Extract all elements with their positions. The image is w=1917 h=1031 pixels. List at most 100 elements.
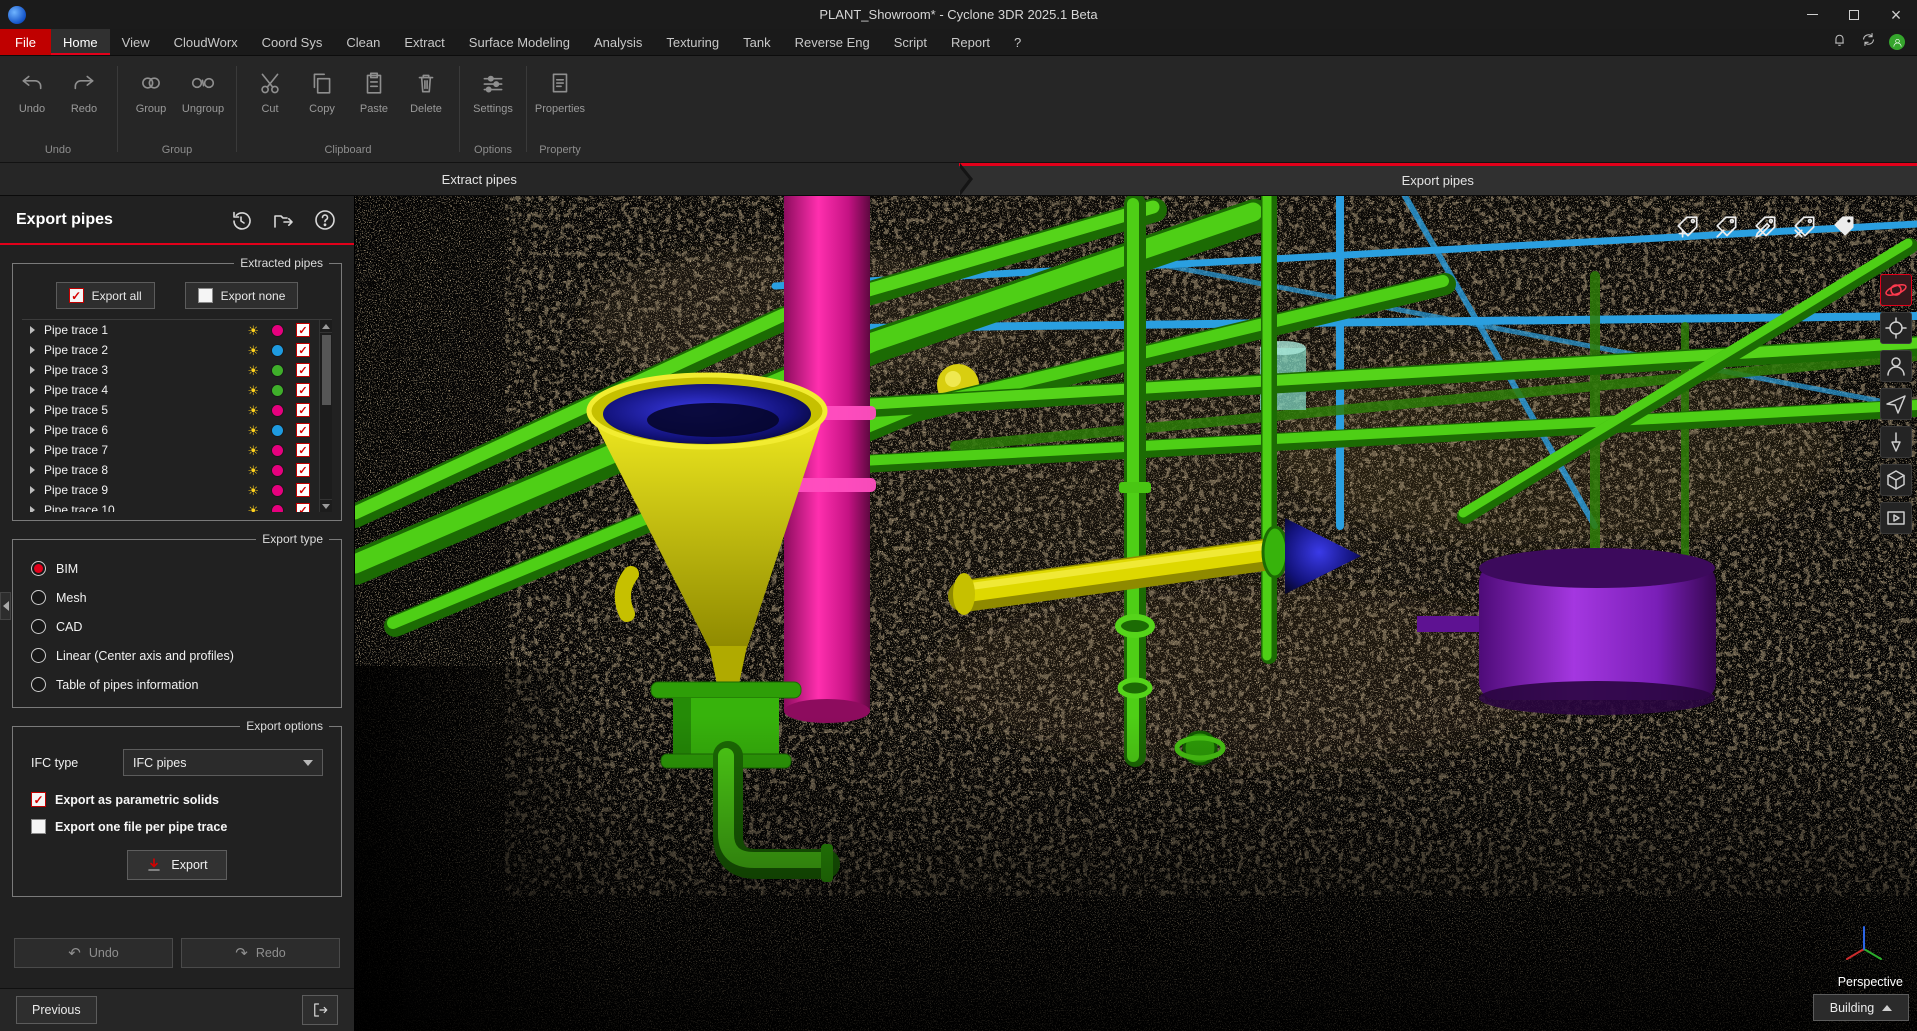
export-checkbox[interactable] xyxy=(296,423,310,437)
visibility-sun-icon[interactable] xyxy=(247,484,259,497)
maximize-button[interactable] xyxy=(1833,0,1875,29)
expand-caret-icon[interactable] xyxy=(30,486,35,494)
tab-extract[interactable]: Extract xyxy=(392,29,456,55)
sync-icon[interactable] xyxy=(1860,31,1877,53)
color-swatch[interactable] xyxy=(271,364,284,377)
color-swatch[interactable] xyxy=(271,484,284,497)
export-all-button[interactable]: Export all xyxy=(56,282,155,309)
tab-clean[interactable]: Clean xyxy=(334,29,392,55)
fly-icon[interactable] xyxy=(1880,388,1912,420)
pipe-trace-row[interactable]: Pipe trace 2 xyxy=(22,340,332,360)
parametric-solids-checkbox-row[interactable]: Export as parametric solids xyxy=(21,786,333,813)
export-checkbox[interactable] xyxy=(296,443,310,457)
visibility-sun-icon[interactable] xyxy=(247,424,259,437)
ungroup-button[interactable]: Ungroup xyxy=(177,60,229,115)
export-button[interactable]: Export xyxy=(127,850,226,880)
pipe-trace-row[interactable]: Pipe trace 1 xyxy=(22,320,332,340)
export-checkbox[interactable] xyxy=(296,403,310,417)
annotation-edit-icon[interactable] xyxy=(1751,212,1781,242)
orbit-icon[interactable] xyxy=(1880,274,1912,306)
cut-button[interactable]: Cut xyxy=(244,60,296,115)
delete-button[interactable]: Delete xyxy=(400,60,452,115)
visibility-sun-icon[interactable] xyxy=(247,504,259,513)
group-button[interactable]: Group xyxy=(125,60,177,115)
ortho-cube-icon[interactable] xyxy=(1880,464,1912,496)
tab-analysis[interactable]: Analysis xyxy=(582,29,654,55)
visibility-sun-icon[interactable] xyxy=(247,464,259,477)
annotation-add-icon[interactable] xyxy=(1673,212,1703,242)
visibility-sun-icon[interactable] xyxy=(247,444,259,457)
tab-cloudworx[interactable]: CloudWorx xyxy=(162,29,250,55)
export-none-button[interactable]: Export none xyxy=(185,282,299,309)
view-preset-button[interactable]: Building xyxy=(1813,994,1909,1021)
export-checkbox[interactable] xyxy=(296,323,310,337)
minimize-button[interactable] xyxy=(1791,0,1833,29)
close-button[interactable] xyxy=(1875,0,1917,29)
help-icon[interactable] xyxy=(312,207,338,233)
export-checkbox[interactable] xyxy=(296,483,310,497)
tab-home[interactable]: Home xyxy=(51,29,110,55)
tab-report[interactable]: Report xyxy=(939,29,1002,55)
expand-caret-icon[interactable] xyxy=(30,426,35,434)
visibility-sun-icon[interactable] xyxy=(247,404,259,417)
visibility-sun-icon[interactable] xyxy=(247,384,259,397)
redo-button[interactable]: Redo xyxy=(58,60,110,115)
undo-button[interactable]: Undo xyxy=(6,60,58,115)
3d-viewport[interactable]: Perspective Building xyxy=(355,196,1917,1031)
color-swatch[interactable] xyxy=(271,444,284,457)
examiner-icon[interactable] xyxy=(1880,350,1912,382)
visibility-sun-icon[interactable] xyxy=(247,364,259,377)
properties-button[interactable]: Properties xyxy=(534,60,586,115)
pipe-trace-row[interactable]: Pipe trace 5 xyxy=(22,400,332,420)
visibility-sun-icon[interactable] xyxy=(247,324,259,337)
plumb-icon[interactable] xyxy=(1880,426,1912,458)
color-swatch[interactable] xyxy=(271,504,284,513)
visibility-sun-icon[interactable] xyxy=(247,344,259,357)
scroll-down-icon[interactable] xyxy=(320,499,333,512)
pipe-trace-row[interactable]: Pipe trace 3 xyxy=(22,360,332,380)
panel-undo-button[interactable]: ↶ Undo xyxy=(14,938,173,968)
expand-caret-icon[interactable] xyxy=(30,466,35,474)
pipe-trace-row[interactable]: Pipe trace 9 xyxy=(22,480,332,500)
expand-caret-icon[interactable] xyxy=(30,506,35,512)
animation-icon[interactable] xyxy=(1880,502,1912,534)
tab-view[interactable]: View xyxy=(110,29,162,55)
expand-caret-icon[interactable] xyxy=(30,446,35,454)
target-icon[interactable] xyxy=(1880,312,1912,344)
settings-button[interactable]: Settings xyxy=(467,60,519,115)
tab-reverse-eng[interactable]: Reverse Eng xyxy=(783,29,882,55)
bell-icon[interactable] xyxy=(1831,31,1848,53)
export-checkbox[interactable] xyxy=(296,343,310,357)
radio-mesh[interactable]: Mesh xyxy=(21,583,333,612)
scrollbar-thumb[interactable] xyxy=(322,335,331,405)
radio-bim[interactable]: BIM xyxy=(21,554,333,583)
list-scrollbar[interactable] xyxy=(319,320,332,512)
scroll-up-icon[interactable] xyxy=(320,320,333,333)
tab-coord-sys[interactable]: Coord Sys xyxy=(250,29,335,55)
paste-button[interactable]: Paste xyxy=(348,60,400,115)
workflow-step-export-pipes[interactable]: Export pipes xyxy=(959,163,1917,195)
tab-file[interactable]: File xyxy=(0,29,51,55)
pipe-trace-row[interactable]: Pipe trace 6 xyxy=(22,420,332,440)
copy-button[interactable]: Copy xyxy=(296,60,348,115)
tab-texturing[interactable]: Texturing xyxy=(654,29,731,55)
pipe-trace-row[interactable]: Pipe trace 7 xyxy=(22,440,332,460)
tab-help[interactable]: ? xyxy=(1002,29,1033,55)
history-icon[interactable] xyxy=(228,207,254,233)
color-swatch[interactable] xyxy=(271,324,284,337)
color-swatch[interactable] xyxy=(271,384,284,397)
expand-caret-icon[interactable] xyxy=(30,406,35,414)
pipe-trace-row[interactable]: Pipe trace 10 xyxy=(22,500,332,512)
previous-button[interactable]: Previous xyxy=(16,996,97,1024)
panel-collapse-handle[interactable] xyxy=(0,592,11,620)
label-icon[interactable] xyxy=(1829,212,1859,242)
share-export-icon[interactable] xyxy=(270,207,296,233)
radio-cad[interactable]: CAD xyxy=(21,612,333,641)
panel-redo-button[interactable]: ↷ Redo xyxy=(181,938,340,968)
workflow-step-extract-pipes[interactable]: Extract pipes xyxy=(0,163,959,195)
color-swatch[interactable] xyxy=(271,464,284,477)
annotation-visibility-icon[interactable] xyxy=(1712,212,1742,242)
expand-caret-icon[interactable] xyxy=(30,346,35,354)
tab-tank[interactable]: Tank xyxy=(731,29,782,55)
3d-viewport-scene[interactable] xyxy=(355,196,1917,1031)
